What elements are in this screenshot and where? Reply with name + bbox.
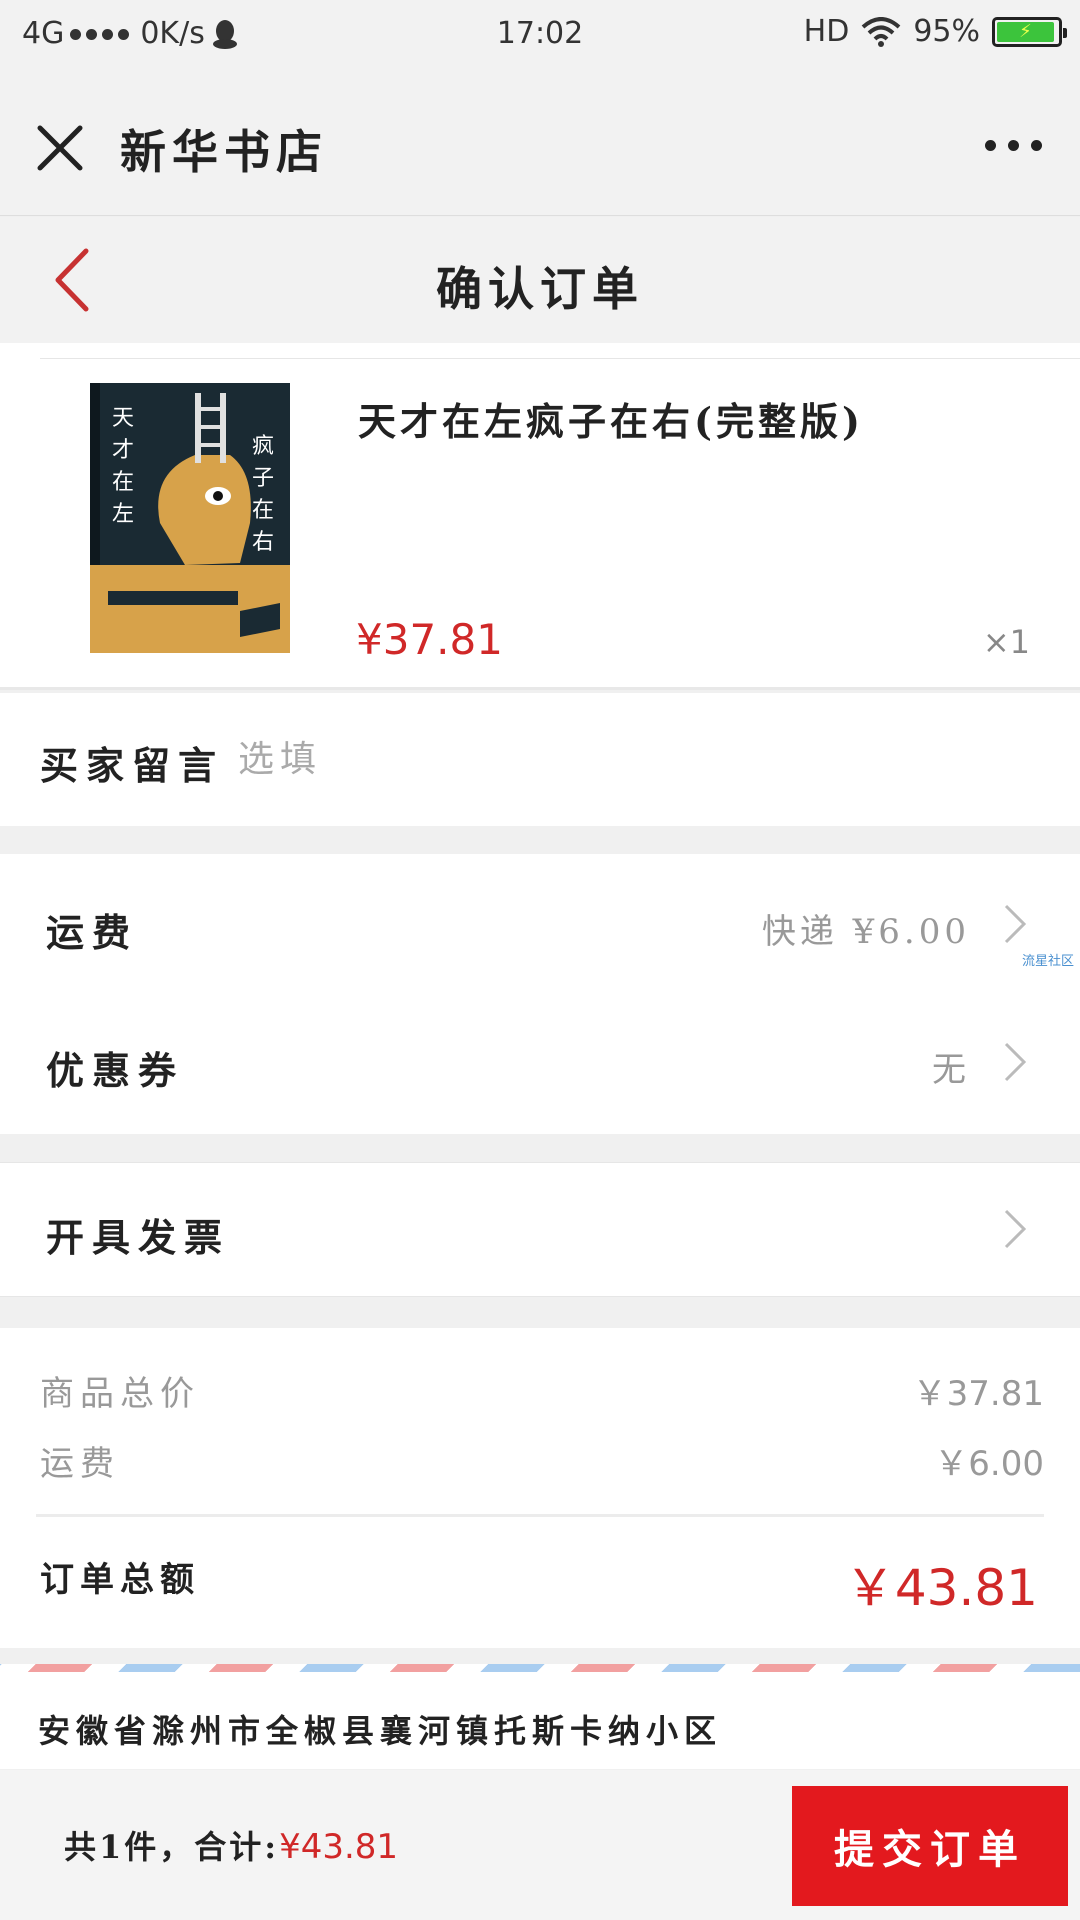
goods-total-label: 商品总价 — [40, 1374, 200, 1414]
bottom-action-bar: 共1件，合计:¥43.81 提交订单 — [0, 1770, 1080, 1920]
shipping-address: 安徽省滁州市全椒县襄河镇托斯卡纳小区 — [38, 1712, 723, 1750]
invoice-row[interactable]: 开具发票 — [0, 1162, 1080, 1297]
price-summary: 商品总价 ￥37.81 运费 ￥6.00 订单总额 ￥43.81 — [0, 1328, 1080, 1648]
more-icon[interactable] — [985, 140, 1042, 151]
envelope-border — [0, 1664, 1080, 1672]
wifi-icon — [861, 16, 901, 47]
buyer-note-label: 买家留言 — [40, 743, 225, 788]
order-summary-prefix: 共1件，合计: — [64, 1828, 280, 1866]
divider — [40, 358, 1080, 359]
coupon-label: 优惠券 — [46, 1048, 185, 1093]
chevron-right-icon — [1004, 1042, 1027, 1082]
status-right: HD 95% ⚡ — [803, 14, 1067, 49]
app-title-bar: 新华书店 — [0, 72, 1080, 216]
order-summary-amount: ¥43.81 — [279, 1827, 399, 1867]
status-bar: 4G 0K/s 17:02 HD 95% ⚡ — [0, 0, 1080, 72]
shipping-fee-value: ￥6.00 — [934, 1444, 1044, 1484]
coupon-value: 无 — [932, 1050, 970, 1090]
order-total-label: 订单总额 — [40, 1560, 200, 1600]
battery-percent: 95% — [913, 14, 980, 49]
watermark-text: 流星社区 — [1021, 954, 1074, 969]
order-total-value: ￥43.81 — [844, 1559, 1038, 1617]
invoice-label: 开具发票 — [46, 1215, 231, 1260]
app-title: 新华书店 — [120, 125, 328, 179]
shipping-fee-label: 运费 — [40, 1444, 120, 1484]
page-title: 确认订单 — [436, 262, 644, 316]
chevron-right-icon — [1004, 904, 1027, 944]
hd-indicator: HD — [803, 14, 850, 49]
shipping-value: 快递 ¥6.00 — [761, 912, 970, 952]
order-summary-text: 共1件，合计:¥43.81 — [64, 1822, 398, 1868]
buyer-note-input[interactable] — [238, 731, 938, 787]
page-header: 确认订单 — [0, 217, 1080, 343]
product-price: ¥37.81 — [356, 615, 503, 664]
shipping-label: 运费 — [46, 910, 139, 955]
divider — [36, 1514, 1044, 1517]
coupon-row[interactable]: 优惠券 无 — [0, 994, 1080, 1134]
chevron-right-icon — [1004, 1209, 1027, 1249]
address-row[interactable]: 安徽省滁州市全椒县襄河镇托斯卡纳小区 — [0, 1664, 1080, 1769]
buyer-note-row: 买家留言 — [0, 693, 1080, 826]
close-icon[interactable] — [32, 120, 88, 176]
battery-icon: ⚡ — [992, 16, 1067, 47]
product-name[interactable]: 天才在左疯子在右(完整版) — [358, 391, 864, 446]
submit-order-button[interactable]: 提交订单 — [792, 1786, 1068, 1906]
shipping-row[interactable]: 运费 快递 ¥6.00 流星社区 — [0, 854, 1080, 994]
product-card[interactable]: 天才在左 疯子在右 天才在左疯子在右(完整版) ¥37.81 ×1 — [0, 343, 1080, 690]
goods-total-value: ￥37.81 — [912, 1374, 1044, 1414]
shipping-coupon-group: 运费 快递 ¥6.00 流星社区 优惠券 无 — [0, 854, 1080, 1134]
product-quantity: ×1 — [982, 623, 1030, 661]
book-cover-image[interactable]: 天才在左 疯子在右 — [90, 383, 290, 653]
